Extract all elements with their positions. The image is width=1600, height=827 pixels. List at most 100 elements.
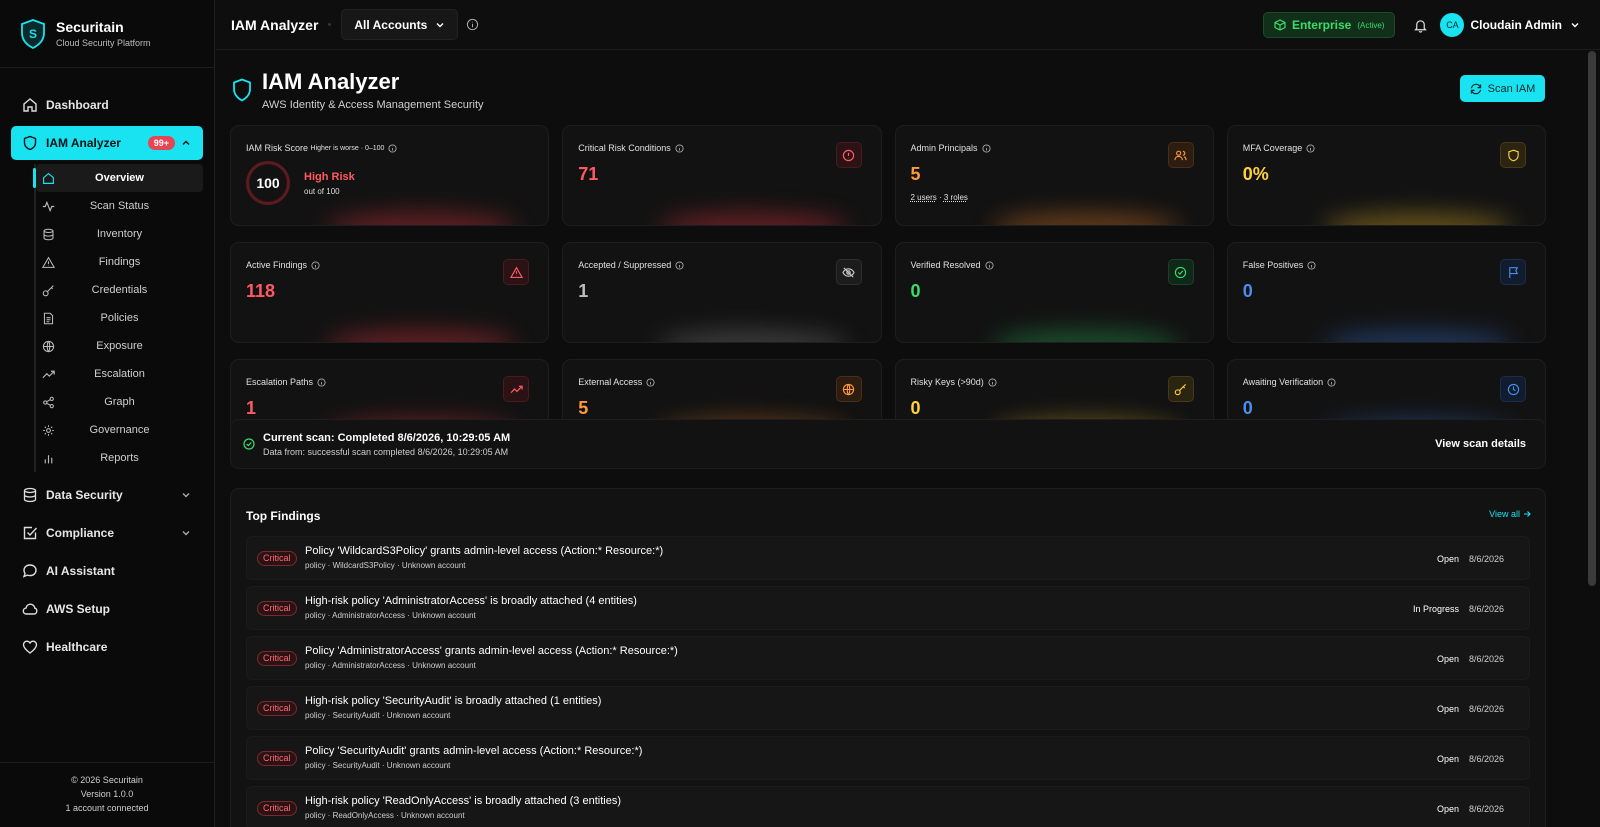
info-icon[interactable] (1306, 143, 1315, 153)
nav-healthcare[interactable]: Healthcare (11, 630, 203, 664)
scan-iam-button[interactable]: Scan IAM (1460, 75, 1545, 102)
alert-circle-icon (842, 149, 855, 161)
card-glow (990, 330, 1182, 342)
info-icon[interactable] (311, 260, 320, 270)
info-icon[interactable] (675, 143, 684, 153)
scrollbar-thumb[interactable] (1588, 51, 1596, 586)
card-glow (326, 213, 517, 225)
risk-score-ring: 100 (246, 161, 290, 205)
card-value: 5 (910, 164, 921, 184)
card-icon (835, 142, 862, 168)
info-icon[interactable] (388, 143, 398, 153)
severity-badge: Critical (257, 801, 297, 816)
finding-date: 8/6/2026 (1468, 754, 1504, 764)
view-all-link[interactable]: View all (1489, 509, 1531, 519)
info-icon[interactable] (675, 260, 684, 270)
info-icon[interactable] (1307, 260, 1316, 270)
card-accepted-suppressed[interactable]: Accepted / Suppressed 1 (562, 242, 882, 343)
info-icon[interactable] (646, 377, 655, 387)
subnav-policies[interactable]: Policies (36, 304, 203, 332)
finding-title: High-risk policy 'ReadOnlyAccess' is bro… (305, 795, 621, 807)
chevron-down-icon[interactable] (181, 490, 191, 500)
card-admin-principals[interactable]: Admin Principals 5 2 users · 3 roles (894, 125, 1214, 226)
info-icon[interactable] (466, 18, 479, 31)
subnav-graph[interactable]: Graph (36, 388, 203, 416)
subnav-label: Graph (104, 396, 135, 408)
card-title: Risky Keys (>90d) (910, 377, 984, 387)
card-iam-risk-score[interactable]: IAM Risk Score Higher is worse · 0–100 1… (230, 125, 550, 226)
scrollbar[interactable] (1584, 51, 1600, 827)
subnav-overview[interactable]: Overview (33, 164, 203, 192)
card-active-findings[interactable]: Active Findings 118 (230, 242, 550, 343)
card-icon (1500, 259, 1526, 285)
nav-dashboard[interactable]: Dashboard (11, 88, 203, 122)
finding-date: 8/6/2026 (1468, 604, 1504, 614)
key-icon (1174, 383, 1187, 395)
nav-compliance[interactable]: Compliance (11, 516, 203, 550)
accounts-connected: 1 account connected (65, 803, 149, 813)
section-title: Top Findings (246, 509, 321, 523)
bell-icon[interactable] (1413, 18, 1428, 33)
subnav-label: Credentials (91, 284, 148, 296)
user-name[interactable]: Cloudain Admin (1470, 18, 1562, 32)
info-icon[interactable] (981, 143, 991, 153)
topbar-right: Enterprise (Active) CA Cloudain Admin (1262, 0, 1580, 50)
users-link[interactable]: 2 users (911, 193, 937, 202)
finding-row[interactable]: Critical Policy 'WildcardS3Policy' grant… (246, 536, 1530, 580)
card-false-positives[interactable]: False Positives 0 (1226, 242, 1546, 343)
chevron-up-icon[interactable] (181, 138, 191, 148)
subnav-findings[interactable]: Findings (36, 248, 203, 276)
globe-icon (842, 383, 855, 395)
card-verified-resolved[interactable]: Verified Resolved 0 (894, 242, 1214, 343)
subnav-credentials[interactable]: Credentials (36, 276, 203, 304)
finding-date: 8/6/2026 (1468, 654, 1504, 664)
subnav-exposure[interactable]: Exposure (36, 332, 203, 360)
nav-label: Dashboard (46, 98, 109, 112)
finding-status: Open (1436, 804, 1459, 814)
refresh-icon (1470, 83, 1481, 94)
subnav-escalation[interactable]: Escalation (36, 360, 203, 388)
arrow-right-icon (1524, 511, 1531, 517)
card-mfa-coverage[interactable]: MFA Coverage 0% (1226, 125, 1546, 226)
subnav-governance[interactable]: Governance (36, 416, 203, 444)
finding-title: Policy 'AdministratorAccess' grants admi… (305, 645, 678, 657)
home-icon (23, 98, 37, 112)
subnav-scan-status[interactable]: Scan Status (36, 192, 203, 220)
separator-dot (328, 23, 332, 26)
brand[interactable]: S Securitain Cloud Security Platform (0, 0, 214, 68)
subnav-inventory[interactable]: Inventory (36, 220, 203, 248)
view-scan-details-link[interactable]: View scan details (1435, 438, 1526, 450)
card-glow (658, 330, 849, 342)
risk-out-of: out of 100 (304, 186, 340, 196)
card-critical-risk-conditions[interactable]: Critical Risk Conditions 71 (562, 125, 882, 226)
card-icon (1500, 376, 1526, 402)
info-icon[interactable] (317, 377, 326, 387)
finding-row[interactable]: Critical High-risk policy 'Administrator… (246, 586, 1530, 630)
card-icon (503, 259, 530, 285)
trending-up-icon (510, 385, 523, 393)
roles-link[interactable]: 3 roles (944, 193, 968, 202)
page-header: IAM Analyzer AWS Identity & Access Manag… (232, 69, 484, 111)
info-icon[interactable] (1327, 377, 1336, 387)
chevron-down-icon[interactable] (1570, 20, 1580, 30)
nav-iam-analyzer[interactable]: IAM Analyzer 99+ (11, 126, 203, 160)
subnav-reports[interactable]: Reports (36, 444, 203, 472)
avatar[interactable]: CA (1440, 13, 1465, 37)
nav-aws-setup[interactable]: AWS Setup (11, 592, 203, 626)
nav-ai-assistant[interactable]: AI Assistant (11, 554, 203, 588)
nav-data-security[interactable]: Data Security (11, 478, 203, 512)
finding-row[interactable]: Critical High-risk policy 'ReadOnlyAcces… (246, 786, 1530, 827)
info-icon[interactable] (988, 377, 997, 387)
card-hint: Higher is worse · 0–100 (310, 144, 385, 152)
info-icon[interactable] (984, 260, 994, 270)
card-title: Escalation Paths (246, 377, 314, 387)
subnav-label: Governance (89, 424, 150, 436)
chevron-down-icon[interactable] (181, 528, 191, 538)
plan-badge[interactable]: Enterprise (Active) (1262, 12, 1396, 38)
severity-badge: Critical (257, 601, 297, 616)
account-select[interactable]: All Accounts (341, 9, 459, 40)
finding-row[interactable]: Critical Policy 'AdministratorAccess' gr… (246, 636, 1530, 680)
finding-row[interactable]: Critical High-risk policy 'SecurityAudit… (246, 686, 1530, 730)
shield-logo-icon: S (21, 18, 45, 49)
finding-row[interactable]: Critical Policy 'SecurityAudit' grants a… (246, 736, 1530, 780)
